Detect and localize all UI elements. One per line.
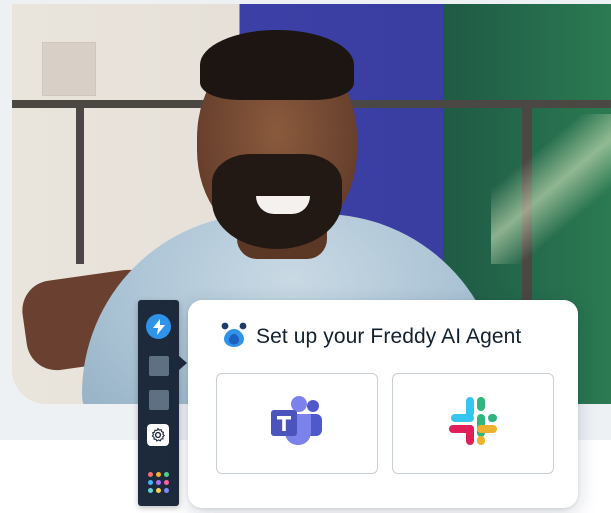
sidebar-item-placeholder[interactable] bbox=[149, 356, 169, 376]
apps-grid-icon[interactable] bbox=[148, 472, 169, 493]
active-indicator bbox=[179, 356, 187, 370]
lightning-bolt-icon[interactable] bbox=[146, 314, 171, 339]
light-streak bbox=[491, 114, 611, 264]
wall-art bbox=[42, 42, 96, 96]
railing-post bbox=[76, 104, 84, 264]
microsoft-teams-tile[interactable] bbox=[216, 373, 378, 474]
app-sidebar bbox=[138, 300, 187, 506]
card-header: Set up your Freddy AI Agent bbox=[220, 322, 521, 352]
freddy-logo-icon bbox=[220, 321, 248, 354]
microsoft-teams-icon bbox=[269, 396, 325, 451]
slack-tile[interactable] bbox=[392, 373, 554, 474]
sidebar-item-placeholder[interactable] bbox=[149, 390, 169, 410]
slack-icon bbox=[447, 395, 499, 452]
card-title: Set up your Freddy AI Agent bbox=[256, 325, 522, 348]
person-hair bbox=[200, 30, 354, 100]
gear-icon[interactable] bbox=[147, 424, 169, 446]
setup-card: Set up your Freddy AI Agent bbox=[188, 300, 578, 508]
